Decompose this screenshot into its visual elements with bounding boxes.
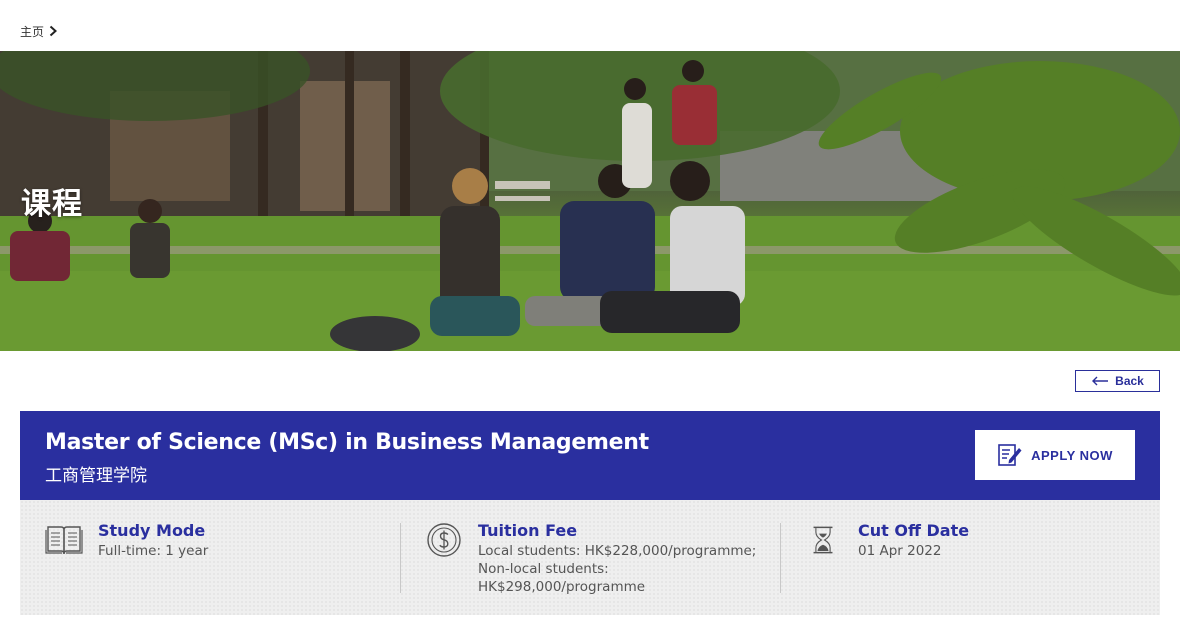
back-button[interactable]: Back	[1075, 370, 1160, 392]
tuition-fee-label: Tuition Fee	[478, 521, 578, 540]
dollar-coin-icon	[427, 523, 461, 557]
arrow-left-icon	[1092, 376, 1109, 386]
study-mode-value: Full-time: 1 year	[98, 543, 209, 559]
open-book-icon	[45, 526, 83, 555]
apply-now-label: APPLY NOW	[1031, 447, 1113, 463]
breadcrumb: 主页	[20, 22, 58, 40]
program-header: Master of Science (MSc) in Business Mana…	[20, 411, 1160, 500]
tuition-nonlocal-label: Non-local students:	[478, 561, 609, 577]
program-school: 工商管理学院	[45, 466, 147, 486]
chevron-right-icon	[49, 25, 58, 37]
breadcrumb-home-link[interactable]: 主页	[20, 23, 44, 40]
program-title: Master of Science (MSc) in Business Mana…	[45, 430, 649, 455]
tuition-fee-value: Local students: HK$228,000/programme; No…	[478, 542, 756, 596]
program-info-panel: Study Mode Full-time: 1 year Tuition Fee…	[20, 500, 1160, 615]
cutoff-date-block: Cut Off Date 01 Apr 2022	[780, 500, 1160, 615]
apply-now-button[interactable]: APPLY NOW	[975, 430, 1135, 480]
back-button-label: Back	[1115, 374, 1144, 388]
page-title: 课程	[21, 187, 83, 222]
hourglass-icon	[813, 526, 833, 554]
study-mode-block: Study Mode Full-time: 1 year	[20, 500, 400, 615]
edit-document-icon	[998, 444, 1022, 466]
cutoff-date-label: Cut Off Date	[858, 521, 970, 540]
study-mode-label: Study Mode	[98, 521, 206, 540]
tuition-fee-block: Tuition Fee Local students: HK$228,000/p…	[400, 500, 780, 615]
cutoff-date-value: 01 Apr 2022	[858, 543, 942, 559]
tuition-local: Local students: HK$228,000/programme;	[478, 543, 757, 559]
hero-banner: 课程	[0, 51, 1180, 351]
tuition-nonlocal-amount: HK$298,000/programme	[478, 579, 646, 595]
hero-image	[0, 51, 1180, 351]
